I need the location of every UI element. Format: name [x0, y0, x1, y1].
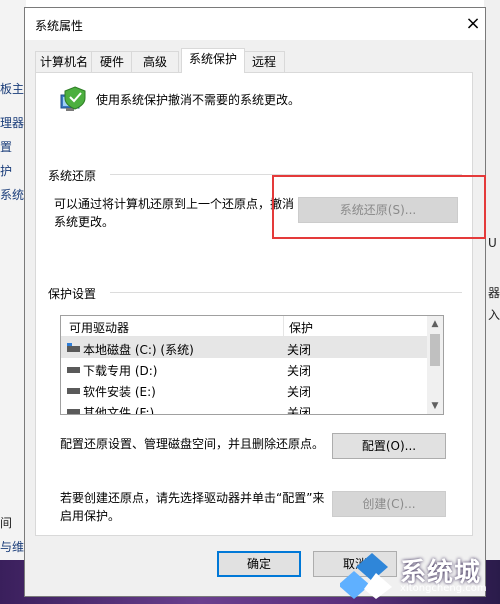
- drive-name: 本地磁盘 (C:) (系统): [83, 343, 194, 357]
- protection-description: 使用系统保护撤消不需要的系统更改。: [96, 93, 301, 107]
- ok-button[interactable]: 确定: [217, 551, 301, 577]
- highlight-box: [272, 175, 486, 239]
- drive-row[interactable]: 本地磁盘 (C:) (系统) 关闭: [61, 337, 427, 358]
- create-button[interactable]: 创建(C)...: [332, 491, 446, 517]
- watermark-url: xitongcheng.com: [400, 583, 487, 594]
- list-header: 可用驱动器 保护: [61, 316, 427, 337]
- drive-protection: 关闭: [287, 364, 312, 378]
- bg-text: 入: [488, 308, 500, 322]
- drive-row[interactable]: 其他文件 (F:) 关闭: [61, 400, 427, 415]
- close-button[interactable]: ×: [461, 13, 485, 35]
- drive-protection: 关闭: [287, 343, 312, 357]
- restore-description: 可以通过将计算机还原到上一个还原点，撤消系统更改。: [54, 197, 295, 229]
- create-description: 若要创建还原点，请先选择驱动器并单击“配置”来启用保护。: [60, 491, 325, 523]
- background-window-right: [484, 0, 500, 604]
- column-header-drives[interactable]: 可用驱动器: [69, 319, 129, 336]
- bg-text: 理器: [0, 116, 25, 130]
- title-bar: 系统属性 ×: [25, 8, 485, 40]
- tab-computer-name[interactable]: 计算机名: [35, 51, 93, 72]
- system-properties-dialog: 系统属性 × 计算机名 硬件 高级 系统保护 远程 使用系统保护撤消不需要的系统…: [24, 7, 486, 597]
- drive-protection: 关闭: [287, 385, 312, 399]
- system-drive-icon: [67, 343, 80, 352]
- tab-system-protection[interactable]: 系统保护: [181, 48, 245, 73]
- drive-icon: [67, 367, 80, 373]
- bg-text: 与维: [0, 540, 25, 554]
- bg-text: U: [488, 236, 497, 250]
- drive-name: 软件安装 (E:): [83, 385, 156, 399]
- system-protection-panel: 使用系统保护撤消不需要的系统更改。 系统还原 可以通过将计算机还原到上一个还原点…: [35, 72, 473, 536]
- tab-remote[interactable]: 远程: [243, 51, 285, 72]
- vertical-scrollbar[interactable]: ▲ ▼: [427, 316, 443, 414]
- scroll-thumb[interactable]: [430, 334, 440, 366]
- system-protection-icon: [60, 86, 86, 111]
- column-divider: [283, 316, 284, 336]
- dialog-title: 系统属性: [35, 19, 84, 33]
- drive-icon: [67, 388, 80, 394]
- scroll-down-icon[interactable]: ▼: [427, 398, 443, 414]
- drive-row[interactable]: 软件安装 (E:) 关闭: [61, 379, 427, 400]
- bg-text: 器: [488, 286, 500, 300]
- configure-button[interactable]: 配置(O)...: [332, 433, 446, 459]
- bg-text: 板主: [0, 82, 25, 96]
- divider: [110, 292, 462, 293]
- drive-list[interactable]: 可用驱动器 保护 本地磁盘 (C:) (系统) 关闭 下载专用 (D:) 关闭 …: [60, 315, 444, 415]
- bg-text: 间: [0, 516, 13, 530]
- drive-name: 下载专用 (D:): [83, 364, 158, 378]
- drive-row[interactable]: 下载专用 (D:) 关闭: [61, 358, 427, 379]
- protection-section-heading: 保护设置: [48, 287, 97, 301]
- configure-description: 配置还原设置、管理磁盘空间，并且删除还原点。: [60, 437, 325, 451]
- tab-hardware[interactable]: 硬件: [91, 51, 133, 72]
- column-header-protection[interactable]: 保护: [289, 319, 313, 336]
- tab-advanced[interactable]: 高级: [131, 51, 179, 72]
- drive-icon: [67, 409, 80, 414]
- scroll-up-icon[interactable]: ▲: [427, 316, 443, 332]
- bg-text: 置: [0, 140, 13, 154]
- bg-text: 护: [0, 164, 13, 178]
- restore-section-heading: 系统还原: [48, 169, 97, 183]
- drive-name: 其他文件 (F:): [83, 406, 155, 415]
- drive-protection: 关闭: [287, 406, 312, 415]
